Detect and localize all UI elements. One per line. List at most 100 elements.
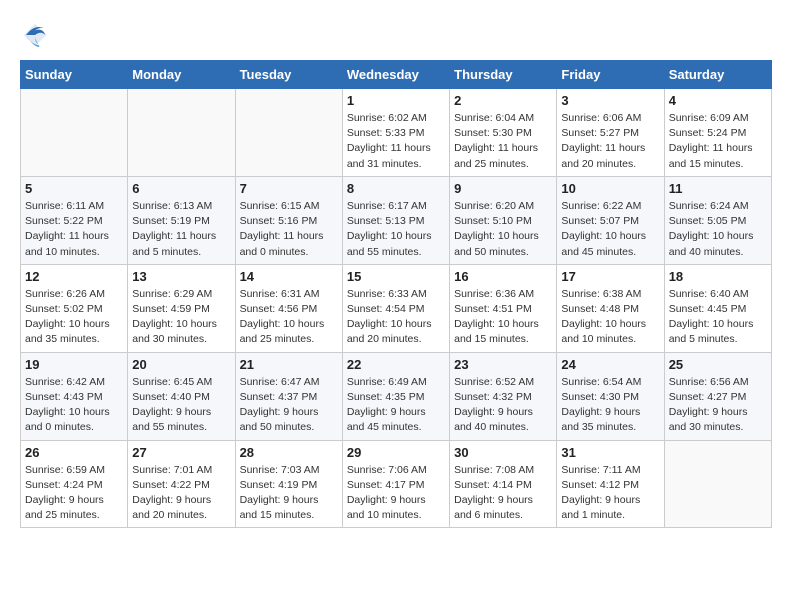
day-number: 11: [669, 181, 767, 196]
calendar-cell: 24 Sunrise: 6:54 AMSunset: 4:30 PMDayligh…: [557, 352, 664, 440]
day-number: 4: [669, 93, 767, 108]
calendar-cell: 30Sunrise: 7:08 AMSunset: 4:14 PMDayligh…: [450, 440, 557, 528]
calendar-cell: 26Sunrise: 6:59 AMSunset: 4:24 PMDayligh…: [21, 440, 128, 528]
day-info: Sunrise: 6:17 AMSunset: 5:13 PMDaylight:…: [347, 199, 445, 260]
calendar-cell: 23 Sunrise: 6:52 AMSunset: 4:32 PMDayligh…: [450, 352, 557, 440]
calendar-cell: 9Sunrise: 6:20 AMSunset: 5:10 PMDaylight…: [450, 176, 557, 264]
day-number: 5: [25, 181, 123, 196]
day-number: 6: [132, 181, 230, 196]
day-info: Sunrise: 6:36 AMSunset: 4:51 PMDaylight:…: [454, 287, 552, 348]
calendar-cell: [21, 89, 128, 177]
day-info: Sunrise: 6:42 AMSunset: 4:43 PMDaylight:…: [25, 375, 123, 436]
calendar-table: SundayMondayTuesdayWednesdayThursdayFrid…: [20, 60, 772, 528]
day-number: 1: [347, 93, 445, 108]
day-number: 22: [347, 357, 445, 372]
calendar-cell: 4 Sunrise: 6:09 AMSunset: 5:24 PMDaylight…: [664, 89, 771, 177]
calendar-cell: 12 Sunrise: 6:26 AMSunset: 5:02 PMDayligh…: [21, 264, 128, 352]
logo-icon: [20, 20, 50, 50]
calendar-week-3: 12 Sunrise: 6:26 AMSunset: 5:02 PMDayligh…: [21, 264, 772, 352]
day-number: 2: [454, 93, 552, 108]
header-monday: Monday: [128, 61, 235, 89]
calendar-cell: 3 Sunrise: 6:06 AMSunset: 5:27 PMDaylight…: [557, 89, 664, 177]
calendar-week-1: 1Sunrise: 6:02 AMSunset: 5:33 PMDaylight…: [21, 89, 772, 177]
day-info: Sunrise: 6:52 AMSunset: 4:32 PMDaylight:…: [454, 375, 552, 436]
day-number: 23: [454, 357, 552, 372]
day-number: 17: [561, 269, 659, 284]
day-info: Sunrise: 7:06 AMSunset: 4:17 PMDaylight:…: [347, 463, 445, 524]
calendar-cell: 31 Sunrise: 7:11 AMSunset: 4:12 PMDayligh…: [557, 440, 664, 528]
day-number: 24: [561, 357, 659, 372]
day-info: Sunrise: 7:01 AMSunset: 4:22 PMDaylight:…: [132, 463, 230, 524]
calendar-header-row: SundayMondayTuesdayWednesdayThursdayFrid…: [21, 61, 772, 89]
calendar-cell: 10 Sunrise: 6:22 AMSunset: 5:07 PMDayligh…: [557, 176, 664, 264]
day-info: Sunrise: 6:22 AMSunset: 5:07 PMDaylight:…: [561, 199, 659, 260]
day-info: Sunrise: 6:13 AMSunset: 5:19 PMDaylight:…: [132, 199, 230, 260]
day-number: 25: [669, 357, 767, 372]
day-info: Sunrise: 6:31 AMSunset: 4:56 PMDaylight:…: [240, 287, 338, 348]
day-info: Sunrise: 6:59 AMSunset: 4:24 PMDaylight:…: [25, 463, 123, 524]
logo: [20, 20, 54, 50]
day-info: Sunrise: 6:11 AMSunset: 5:22 PMDaylight:…: [25, 199, 123, 260]
day-info: Sunrise: 6:45 AMSunset: 4:40 PMDaylight:…: [132, 375, 230, 436]
calendar-cell: 22Sunrise: 6:49 AMSunset: 4:35 PMDayligh…: [342, 352, 449, 440]
day-info: Sunrise: 6:04 AMSunset: 5:30 PMDaylight:…: [454, 111, 552, 172]
calendar-cell: 25 Sunrise: 6:56 AMSunset: 4:27 PMDayligh…: [664, 352, 771, 440]
calendar-cell: 29 Sunrise: 7:06 AMSunset: 4:17 PMDayligh…: [342, 440, 449, 528]
day-number: 10: [561, 181, 659, 196]
header-thursday: Thursday: [450, 61, 557, 89]
day-number: 7: [240, 181, 338, 196]
header-tuesday: Tuesday: [235, 61, 342, 89]
day-number: 16: [454, 269, 552, 284]
calendar-cell: 11 Sunrise: 6:24 AMSunset: 5:05 PMDayligh…: [664, 176, 771, 264]
header-sunday: Sunday: [21, 61, 128, 89]
day-info: Sunrise: 6:40 AMSunset: 4:45 PMDaylight:…: [669, 287, 767, 348]
day-number: 14: [240, 269, 338, 284]
day-info: Sunrise: 6:54 AMSunset: 4:30 PMDaylight:…: [561, 375, 659, 436]
calendar-cell: 6 Sunrise: 6:13 AMSunset: 5:19 PMDaylight…: [128, 176, 235, 264]
calendar-cell: 5 Sunrise: 6:11 AMSunset: 5:22 PMDaylight…: [21, 176, 128, 264]
day-info: Sunrise: 7:03 AMSunset: 4:19 PMDaylight:…: [240, 463, 338, 524]
calendar-cell: 7Sunrise: 6:15 AMSunset: 5:16 PMDaylight…: [235, 176, 342, 264]
day-info: Sunrise: 6:56 AMSunset: 4:27 PMDaylight:…: [669, 375, 767, 436]
calendar-cell: 15Sunrise: 6:33 AMSunset: 4:54 PMDayligh…: [342, 264, 449, 352]
calendar-week-4: 19Sunrise: 6:42 AMSunset: 4:43 PMDayligh…: [21, 352, 772, 440]
day-number: 8: [347, 181, 445, 196]
header-wednesday: Wednesday: [342, 61, 449, 89]
day-info: Sunrise: 6:38 AMSunset: 4:48 PMDaylight:…: [561, 287, 659, 348]
day-info: Sunrise: 6:29 AMSunset: 4:59 PMDaylight:…: [132, 287, 230, 348]
calendar-cell: 19Sunrise: 6:42 AMSunset: 4:43 PMDayligh…: [21, 352, 128, 440]
day-number: 31: [561, 445, 659, 460]
calendar-cell: 16 Sunrise: 6:36 AMSunset: 4:51 PMDayligh…: [450, 264, 557, 352]
header-friday: Friday: [557, 61, 664, 89]
day-number: 27: [132, 445, 230, 460]
page-header: [20, 20, 772, 50]
day-info: Sunrise: 6:47 AMSunset: 4:37 PMDaylight:…: [240, 375, 338, 436]
day-info: Sunrise: 6:26 AMSunset: 5:02 PMDaylight:…: [25, 287, 123, 348]
calendar-cell: 1Sunrise: 6:02 AMSunset: 5:33 PMDaylight…: [342, 89, 449, 177]
day-info: Sunrise: 6:06 AMSunset: 5:27 PMDaylight:…: [561, 111, 659, 172]
day-info: Sunrise: 6:24 AMSunset: 5:05 PMDaylight:…: [669, 199, 767, 260]
day-info: Sunrise: 7:11 AMSunset: 4:12 PMDaylight:…: [561, 463, 659, 524]
day-number: 13: [132, 269, 230, 284]
calendar-cell: 14 Sunrise: 6:31 AMSunset: 4:56 PMDayligh…: [235, 264, 342, 352]
day-number: 29: [347, 445, 445, 460]
day-number: 30: [454, 445, 552, 460]
calendar-cell: 20Sunrise: 6:45 AMSunset: 4:40 PMDayligh…: [128, 352, 235, 440]
calendar-cell: 18 Sunrise: 6:40 AMSunset: 4:45 PMDayligh…: [664, 264, 771, 352]
day-number: 12: [25, 269, 123, 284]
day-info: Sunrise: 6:09 AMSunset: 5:24 PMDaylight:…: [669, 111, 767, 172]
day-number: 18: [669, 269, 767, 284]
calendar-week-5: 26Sunrise: 6:59 AMSunset: 4:24 PMDayligh…: [21, 440, 772, 528]
calendar-week-2: 5 Sunrise: 6:11 AMSunset: 5:22 PMDaylight…: [21, 176, 772, 264]
calendar-cell: [235, 89, 342, 177]
calendar-cell: 28 Sunrise: 7:03 AMSunset: 4:19 PMDayligh…: [235, 440, 342, 528]
day-info: Sunrise: 6:33 AMSunset: 4:54 PMDaylight:…: [347, 287, 445, 348]
calendar-cell: [664, 440, 771, 528]
day-number: 3: [561, 93, 659, 108]
calendar-cell: 17 Sunrise: 6:38 AMSunset: 4:48 PMDayligh…: [557, 264, 664, 352]
calendar-cell: [128, 89, 235, 177]
day-number: 28: [240, 445, 338, 460]
header-saturday: Saturday: [664, 61, 771, 89]
calendar-cell: 8 Sunrise: 6:17 AMSunset: 5:13 PMDaylight…: [342, 176, 449, 264]
day-info: Sunrise: 6:20 AMSunset: 5:10 PMDaylight:…: [454, 199, 552, 260]
